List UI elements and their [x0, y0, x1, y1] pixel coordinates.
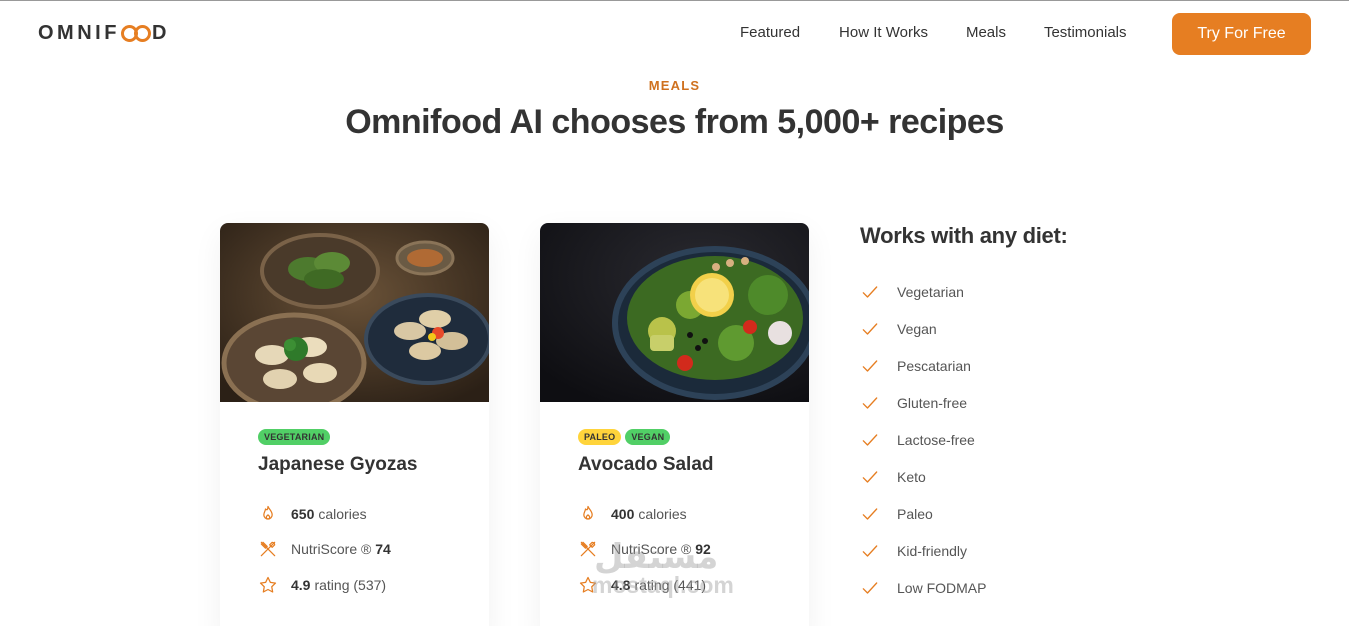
- diet-item-label: Kid-friendly: [897, 542, 968, 559]
- meal-calories: 650 calories: [258, 496, 489, 532]
- checkmark-icon: [862, 397, 878, 409]
- diet-item: Lactose-free: [860, 422, 1068, 459]
- diet-item: Gluten-free: [860, 385, 1068, 422]
- checkmark-icon: [862, 360, 878, 372]
- checkmark-icon: [862, 508, 878, 520]
- flame-icon: [263, 505, 273, 520]
- diet-panel: Works with any diet: Vegetarian Vegan Pe…: [860, 223, 1068, 606]
- logo-rings: [120, 25, 151, 42]
- star-icon: [259, 576, 277, 593]
- checkmark-icon: [862, 286, 878, 299]
- diet-list: Vegetarian Vegan Pescatarian Gluten-free…: [860, 274, 1068, 606]
- meal-calories: 400 calories: [578, 496, 809, 532]
- watermark-arabic: مستقل: [594, 538, 719, 576]
- diet-title: Works with any diet:: [860, 223, 1068, 248]
- calories-unit: calories: [638, 505, 687, 522]
- nav-link-testimonials[interactable]: Testimonials: [1044, 24, 1127, 41]
- site-header: OMNIF D Featured How It Works Meals Test…: [0, 0, 1349, 65]
- omnifood-logo[interactable]: OMNIF D: [38, 22, 170, 45]
- try-for-free-button[interactable]: Try For Free: [1172, 13, 1311, 55]
- nav-link-how-it-works[interactable]: How It Works: [839, 24, 928, 41]
- checkmark-icon: [862, 471, 878, 483]
- nutriscore-label: NutriScore ®: [291, 541, 372, 558]
- tag-paleo: PALEO: [578, 429, 622, 445]
- diet-item: Paleo: [860, 495, 1068, 532]
- checkmark-icon: [862, 581, 878, 594]
- diet-item: Vegan: [860, 311, 1068, 348]
- diet-item-label: Paleo: [897, 505, 933, 522]
- meal-title: Japanese Gyozas: [258, 454, 418, 475]
- meal-rating: 4.9 rating (537): [258, 567, 489, 603]
- logo-text-right: D: [151, 22, 170, 44]
- rating-value: 4.9: [291, 576, 311, 593]
- mostaql-watermark: مستقل mostaql.com: [592, 540, 734, 597]
- diet-item-label: Vegetarian: [897, 284, 964, 301]
- tag-vegan: VEGAN: [625, 429, 671, 445]
- checkmark-icon: [862, 323, 878, 335]
- checkmark-icon: [862, 434, 878, 446]
- utensils-icon: [260, 541, 276, 557]
- diet-item-label: Lactose-free: [897, 432, 975, 448]
- flame-icon: [583, 505, 593, 520]
- watermark-latin: mostaql.com: [592, 572, 734, 598]
- nav-link-meals[interactable]: Meals: [966, 24, 1006, 41]
- meal-title: Avocado Salad: [578, 454, 714, 475]
- calories-unit: calories: [318, 505, 367, 522]
- logo-text-left: OMNIF: [38, 22, 120, 44]
- main-nav: Featured How It Works Meals Testimonials: [740, 24, 1127, 41]
- diet-item-label: Low FODMAP: [897, 579, 987, 596]
- rating-label: rating (537): [314, 576, 387, 593]
- diet-item: Low FODMAP: [860, 569, 1068, 606]
- checkmark-icon: [862, 545, 878, 557]
- diet-item: Keto: [860, 458, 1068, 495]
- diet-item: Pescatarian: [860, 348, 1068, 385]
- section-subheading: MEALS: [648, 78, 701, 93]
- meal-card-gyozas[interactable]: VEGETARIAN Japanese Gyozas 650 calories …: [220, 223, 489, 626]
- diet-item-label: Pescatarian: [897, 358, 971, 375]
- calories-value: 400: [611, 505, 635, 522]
- meal-nutriscore: NutriScore ® 74: [258, 532, 489, 568]
- section-title: Omnifood AI chooses from 5,000+ recipes: [345, 103, 1004, 141]
- diet-item-label: Gluten-free: [897, 395, 968, 412]
- gyozas-image: [220, 223, 489, 402]
- diet-item-label: Keto: [897, 468, 926, 485]
- calories-value: 650: [291, 505, 315, 522]
- diet-item-label: Vegan: [897, 321, 937, 338]
- nav-link-featured[interactable]: Featured: [740, 24, 800, 41]
- diet-item: Vegetarian: [860, 274, 1068, 311]
- tag-vegetarian: VEGETARIAN: [258, 429, 331, 445]
- nutriscore-value: 74: [375, 541, 391, 558]
- avocado-salad-image: [540, 223, 809, 402]
- diet-item: Kid-friendly: [860, 532, 1068, 569]
